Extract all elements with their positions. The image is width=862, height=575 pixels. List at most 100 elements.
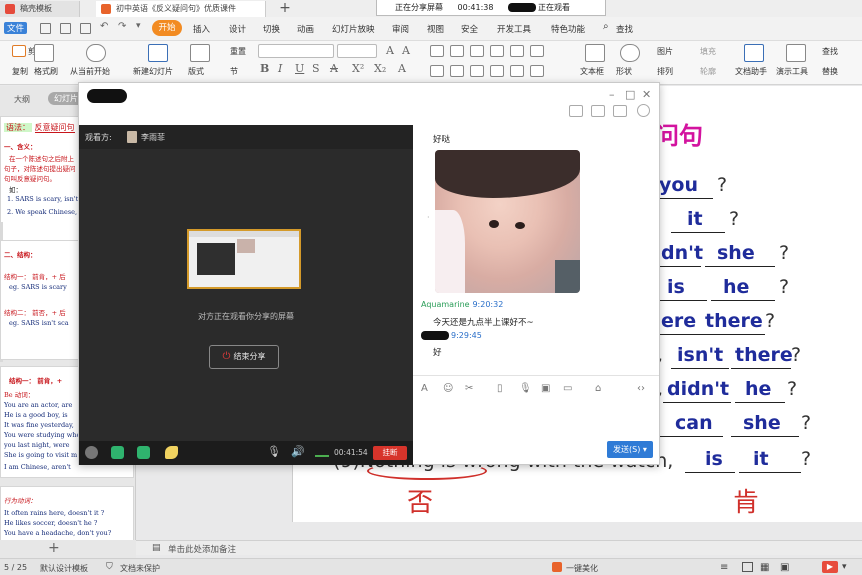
play-slideshow-icon[interactable]: ▶ — [822, 561, 838, 573]
present-tools-button[interactable]: 演示工具 — [776, 66, 808, 77]
protection-status[interactable]: 文档未保护 — [120, 563, 160, 574]
stop-share-button[interactable]: ⏻ 结束分享 — [209, 345, 279, 369]
new-tab-button[interactable]: + — [276, 0, 294, 17]
subscript-icon[interactable]: X₂ — [374, 62, 386, 75]
arrange-button[interactable]: 排列 — [657, 66, 673, 77]
speaker-icon[interactable]: 🔊 — [291, 445, 305, 458]
menu-animation[interactable]: 动画 — [297, 23, 314, 35]
print-icon[interactable] — [60, 23, 71, 34]
menu-view[interactable]: 视图 — [427, 23, 444, 35]
text-direction-icon[interactable] — [530, 45, 544, 57]
menu-review[interactable]: 审阅 — [392, 23, 409, 35]
play-from-current-button[interactable]: 从当前开始 — [70, 66, 110, 77]
reset-button[interactable]: 重置 — [230, 46, 246, 57]
bold-icon[interactable]: B — [260, 62, 269, 75]
save-icon[interactable] — [40, 23, 51, 34]
picture-button[interactable]: 图片 — [657, 46, 673, 57]
new-slide-icon[interactable] — [148, 44, 168, 62]
send-button[interactable]: 发送(S) ▾ — [607, 441, 653, 458]
textbox-icon[interactable] — [585, 44, 605, 62]
menu-file[interactable]: 文件 — [4, 22, 28, 34]
paste-icon[interactable] — [34, 44, 54, 62]
minimize-icon[interactable]: – — [609, 88, 615, 101]
microphone-icon[interactable]: 🎙 — [267, 445, 281, 458]
quick-access-more-icon[interactable]: ▾ — [136, 21, 141, 31]
menu-transition[interactable]: 切换 — [263, 23, 280, 35]
history-icon[interactable]: ‹› — [637, 383, 645, 394]
scissors-icon[interactable]: ✂ — [465, 383, 473, 394]
close-icon[interactable]: ✕ — [642, 88, 651, 101]
outdent-icon[interactable] — [490, 45, 504, 57]
image-icon[interactable]: ▣ — [541, 383, 550, 394]
textbox-button[interactable]: 文本框 — [580, 66, 604, 77]
replace-button[interactable]: 替换 — [822, 66, 838, 77]
document-tab-courseware[interactable]: 初中英语《反义疑问句》优质课件 — [96, 1, 266, 17]
menu-search[interactable]: 查找 — [616, 23, 633, 35]
format-painter-button[interactable]: 格式刷 — [34, 66, 58, 77]
document-tab-templates[interactable]: 稿壳模板 — [0, 1, 80, 17]
menu-developer[interactable]: 开发工具 — [497, 23, 531, 35]
menu-start[interactable]: 开始 — [152, 20, 182, 36]
shake-icon[interactable]: ▯ — [497, 383, 503, 394]
more-options-icon[interactable] — [637, 104, 650, 117]
maximize-icon[interactable]: □ — [625, 88, 635, 101]
gift-icon[interactable]: ⌂ — [595, 383, 601, 394]
hangup-button[interactable]: 挂断 — [373, 446, 407, 460]
shadow-icon[interactable]: S — [312, 62, 320, 75]
section-button[interactable]: 节 — [230, 66, 238, 77]
screen-icon-green[interactable] — [137, 446, 150, 459]
align-center-icon[interactable] — [450, 65, 464, 77]
columns-icon[interactable] — [530, 65, 544, 77]
strikethrough-icon[interactable]: A — [330, 62, 338, 75]
screen-share-icon[interactable] — [569, 105, 583, 117]
menu-design[interactable]: 设计 — [229, 23, 246, 35]
bullets-icon[interactable] — [430, 45, 444, 57]
tab-outline[interactable]: 大纲 — [14, 94, 30, 105]
avatar-icon[interactable] — [85, 446, 98, 459]
outline-button[interactable]: 轮廓 — [700, 66, 716, 77]
layout-button[interactable]: 版式 — [188, 66, 204, 77]
present-tools-icon[interactable] — [786, 44, 806, 62]
find-button[interactable]: 查找 — [822, 46, 838, 57]
line-spacing-icon[interactable] — [510, 45, 524, 57]
sorter-view-icon[interactable]: ▦ — [760, 562, 769, 573]
font-size-field[interactable] — [337, 44, 377, 58]
undo-icon[interactable]: ↶ — [100, 21, 108, 32]
underline-icon[interactable]: U — [295, 62, 304, 75]
print-preview-icon[interactable] — [80, 23, 91, 34]
shape-icon[interactable] — [620, 44, 640, 62]
pencil-icon[interactable] — [165, 446, 178, 459]
font-name-field[interactable] — [258, 44, 334, 58]
copy-button[interactable]: 复制 — [12, 66, 28, 77]
menu-special-features[interactable]: 特色功能 — [551, 23, 585, 35]
reading-view-icon[interactable]: ▣ — [780, 562, 789, 573]
superscript-icon[interactable]: X² — [352, 62, 364, 75]
add-slide-icon[interactable]: + — [48, 540, 60, 556]
app-icon-green[interactable] — [111, 446, 124, 459]
notes-view-icon[interactable]: ≡ — [720, 562, 728, 573]
grow-font-icon[interactable]: A — [386, 44, 394, 57]
font-color-icon[interactable]: A — [398, 62, 406, 75]
doc-helper-icon[interactable] — [744, 44, 764, 62]
numbering-icon[interactable] — [450, 45, 464, 57]
folder-icon[interactable]: ▭ — [563, 383, 572, 394]
shrink-font-icon[interactable]: A — [402, 44, 410, 57]
fill-button[interactable]: 填充 — [700, 46, 716, 57]
shape-button[interactable]: 形状 — [616, 66, 632, 77]
play-icon[interactable] — [86, 44, 106, 62]
slide-thumbnail-4[interactable]: 行为动词： It often rains here, doesn't it ? … — [0, 486, 134, 540]
menu-insert[interactable]: 插入 — [193, 23, 210, 35]
italic-icon[interactable]: I — [278, 62, 282, 75]
normal-view-icon[interactable] — [742, 562, 753, 572]
redo-icon[interactable]: ↷ — [118, 21, 126, 32]
doc-helper-button[interactable]: 文档助手 — [735, 66, 767, 77]
align-left-icon[interactable] — [430, 65, 444, 77]
chevron-down-icon[interactable]: ▾ — [842, 562, 847, 572]
emoji-icon[interactable]: ☺ — [443, 383, 453, 394]
menu-slideshow[interactable]: 幻灯片放映 — [332, 23, 375, 35]
layout-icon[interactable] — [190, 44, 210, 62]
indent-icon[interactable] — [470, 45, 484, 57]
font-icon[interactable]: A — [421, 383, 428, 394]
one-click-beautify[interactable]: 一键美化 — [566, 563, 598, 574]
new-slide-button[interactable]: 新建幻灯片 — [133, 66, 173, 77]
